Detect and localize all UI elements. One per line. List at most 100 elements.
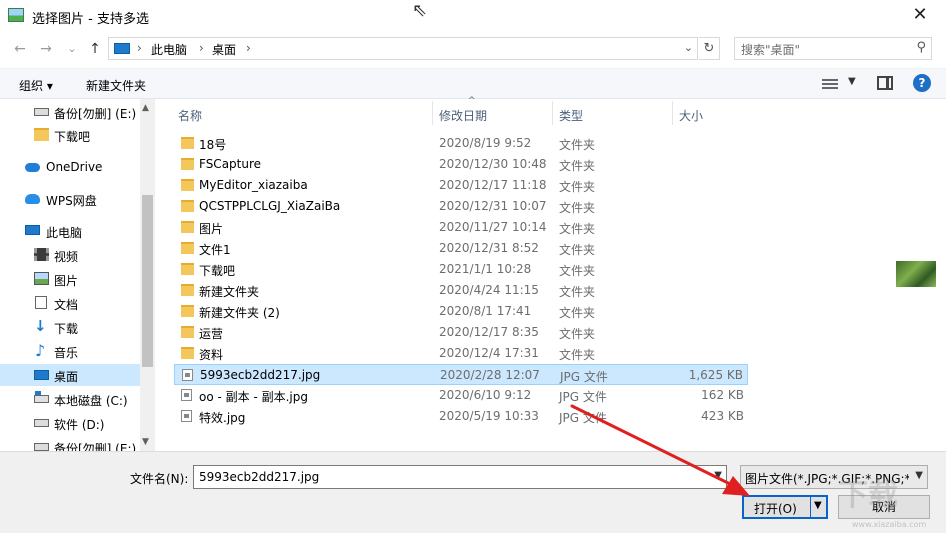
scrollbar-thumb[interactable] bbox=[142, 195, 153, 367]
file-type: 文件夹 bbox=[559, 285, 596, 299]
file-name: MyEditor_xiazaiba bbox=[199, 178, 308, 192]
chevron-down-icon[interactable]: ⌄ bbox=[684, 41, 693, 54]
folder-row[interactable]: 文件1 2020/12/31 8:52 文件夹 bbox=[174, 238, 748, 259]
split-divider bbox=[810, 497, 811, 517]
pictures-icon bbox=[34, 272, 49, 285]
scroll-down-icon[interactable]: ▼ bbox=[142, 437, 149, 447]
back-arrow-icon[interactable]: ← bbox=[10, 39, 30, 59]
folder-row[interactable]: 新建文件夹 2020/4/24 11:15 文件夹 bbox=[174, 280, 748, 301]
file-date: 2020/2/28 12:07 bbox=[440, 368, 540, 382]
filename-input[interactable]: 5993ecb2dd217.jpg ▼ bbox=[193, 465, 727, 489]
sidebar-item-downloads[interactable]: ↓ 下载 bbox=[0, 316, 140, 338]
column-divider[interactable] bbox=[672, 101, 673, 125]
breadcrumb-desktop[interactable]: 桌面 bbox=[212, 41, 236, 58]
sidebar-item-pictures[interactable]: 图片 bbox=[0, 268, 140, 290]
sidebar-item-label: 此电脑 bbox=[46, 226, 83, 240]
folder-icon bbox=[181, 221, 194, 233]
breadcrumb-separator[interactable]: › bbox=[246, 41, 251, 55]
file-name: 下载吧 bbox=[199, 264, 236, 278]
folder-row[interactable]: 资料 2020/12/4 17:31 文件夹 bbox=[174, 343, 748, 364]
column-date[interactable]: 修改日期 bbox=[439, 107, 487, 124]
folder-icon bbox=[181, 179, 194, 191]
sidebar-item-software-d[interactable]: 软件 (D:) bbox=[0, 412, 140, 434]
scroll-up-icon[interactable]: ▲ bbox=[142, 103, 149, 113]
up-arrow-icon[interactable]: ↑ bbox=[85, 39, 105, 59]
file-name: 新建文件夹 bbox=[199, 285, 260, 299]
sidebar-item-backup-e[interactable]: 备份[勿删] (E:) bbox=[0, 101, 140, 123]
sidebar-item-xiazaiba[interactable]: 下载吧 bbox=[0, 124, 140, 146]
file-name: 图片 bbox=[199, 222, 224, 236]
column-type[interactable]: 类型 bbox=[559, 107, 583, 124]
breadcrumb-separator[interactable]: › bbox=[137, 41, 142, 55]
drive-icon bbox=[34, 108, 49, 116]
refresh-icon[interactable]: ↻ bbox=[699, 37, 720, 60]
window-title: 选择图片 - 支持多选 bbox=[32, 12, 149, 27]
column-name[interactable]: 名称 bbox=[178, 107, 202, 124]
computer-icon bbox=[114, 43, 130, 54]
sidebar-item-desktop[interactable]: 桌面 bbox=[0, 364, 140, 386]
preview-pane-icon[interactable] bbox=[877, 76, 893, 90]
column-size[interactable]: 大小 bbox=[679, 107, 703, 124]
sidebar-item-documents[interactable]: 文档 bbox=[0, 292, 140, 314]
column-divider[interactable] bbox=[432, 101, 433, 125]
file-row[interactable]: 特效.jpg 2020/5/19 10:33 JPG 文件 423 KB bbox=[174, 406, 748, 427]
file-date: 2020/8/19 9:52 bbox=[439, 136, 532, 150]
file-name: 18号 bbox=[199, 138, 227, 152]
breadcrumb-separator[interactable]: › bbox=[199, 41, 204, 55]
view-options-icon[interactable] bbox=[822, 77, 838, 91]
file-type: 文件夹 bbox=[559, 306, 596, 320]
organize-menu[interactable]: 组织 ▾ bbox=[19, 77, 53, 94]
forward-arrow-icon[interactable]: → bbox=[36, 39, 56, 59]
file-date: 2020/12/31 10:07 bbox=[439, 199, 547, 213]
sidebar-item-backup-e-2[interactable]: 备份[勿删] (E:) bbox=[0, 436, 140, 451]
folder-icon bbox=[181, 158, 194, 170]
file-row[interactable]: oo - 副本 - 副本.jpg 2020/6/10 9:12 JPG 文件 162 … bbox=[174, 385, 748, 406]
open-dropdown-icon[interactable]: ▼ bbox=[814, 500, 822, 511]
folder-row[interactable]: FSCapture 2020/12/30 10:48 文件夹 bbox=[174, 154, 748, 175]
music-icon: ♪ bbox=[35, 341, 46, 360]
sidebar-item-onedrive[interactable]: OneDrive bbox=[0, 156, 140, 178]
sidebar-scrollbar[interactable]: ▲ ▼ bbox=[140, 99, 155, 451]
file-date: 2020/12/17 8:35 bbox=[439, 325, 539, 339]
sidebar-item-label: 音乐 bbox=[54, 346, 79, 360]
sidebar-item-label: 文档 bbox=[54, 298, 79, 312]
folder-row[interactable]: 运营 2020/12/17 8:35 文件夹 bbox=[174, 322, 748, 343]
folder-row[interactable]: 新建文件夹 (2) 2020/8/1 17:41 文件夹 bbox=[174, 301, 748, 322]
folder-row[interactable]: 图片 2020/11/27 10:14 文件夹 bbox=[174, 217, 748, 238]
breadcrumb-this-pc[interactable]: 此电脑 bbox=[151, 41, 187, 58]
file-name: 新建文件夹 (2) bbox=[199, 306, 280, 320]
folder-row[interactable]: 下载吧 2021/1/1 10:28 文件夹 bbox=[174, 259, 748, 280]
new-folder-button[interactable]: 新建文件夹 bbox=[86, 77, 146, 94]
jpg-file-icon bbox=[181, 389, 192, 401]
search-icon[interactable]: ⚲ bbox=[916, 40, 926, 55]
sidebar-item-videos[interactable]: 视频 bbox=[0, 244, 140, 266]
dialog-footer bbox=[0, 451, 946, 533]
chevron-down-icon[interactable]: ▼ bbox=[848, 76, 856, 87]
desktop-image-thumbnail bbox=[896, 261, 936, 287]
filename-label: 文件名(N): bbox=[130, 472, 189, 486]
file-date: 2020/12/4 17:31 bbox=[439, 346, 539, 360]
sidebar-item-wps[interactable]: WPS网盘 bbox=[0, 188, 140, 210]
folder-row[interactable]: 18号 2020/8/19 9:52 文件夹 bbox=[174, 133, 748, 154]
help-icon[interactable]: ? bbox=[913, 74, 931, 92]
sidebar-item-this-pc[interactable]: 此电脑 bbox=[0, 220, 140, 242]
address-bar[interactable]: › 此电脑 › 桌面 › ⌄ bbox=[108, 37, 698, 60]
recent-locations-icon[interactable]: ⌄ bbox=[62, 39, 82, 59]
folder-row[interactable]: QCSTPPLCLGJ_XiaZaiBa 2020/12/31 10:07 文件夹 bbox=[174, 196, 748, 217]
folder-icon bbox=[181, 305, 194, 317]
navigation-pane: 备份[勿删] (E:) 下载吧 OneDrive WPS网盘 此电脑 视频 图片… bbox=[0, 99, 155, 451]
filename-value: 5993ecb2dd217.jpg bbox=[199, 470, 320, 484]
folder-row[interactable]: MyEditor_xiazaiba 2020/12/17 11:18 文件夹 bbox=[174, 175, 748, 196]
file-type: 文件夹 bbox=[559, 348, 596, 362]
file-row[interactable]: 5993ecb2dd217.jpg 2020/2/28 12:07 JPG 文件 1,… bbox=[174, 364, 748, 385]
documents-icon bbox=[35, 296, 47, 309]
folder-icon bbox=[181, 347, 194, 359]
chevron-down-icon[interactable]: ▼ bbox=[714, 470, 722, 481]
open-button[interactable]: 打开(O) ▼ bbox=[742, 495, 828, 519]
sidebar-item-local-disk-c[interactable]: 本地磁盘 (C:) bbox=[0, 388, 140, 410]
folder-icon bbox=[181, 326, 194, 338]
close-icon[interactable]: ✕ bbox=[902, 2, 938, 28]
column-divider[interactable] bbox=[552, 101, 553, 125]
sidebar-item-music[interactable]: ♪ 音乐 bbox=[0, 340, 140, 362]
search-input[interactable]: 搜索"桌面" ⚲ bbox=[734, 37, 932, 60]
